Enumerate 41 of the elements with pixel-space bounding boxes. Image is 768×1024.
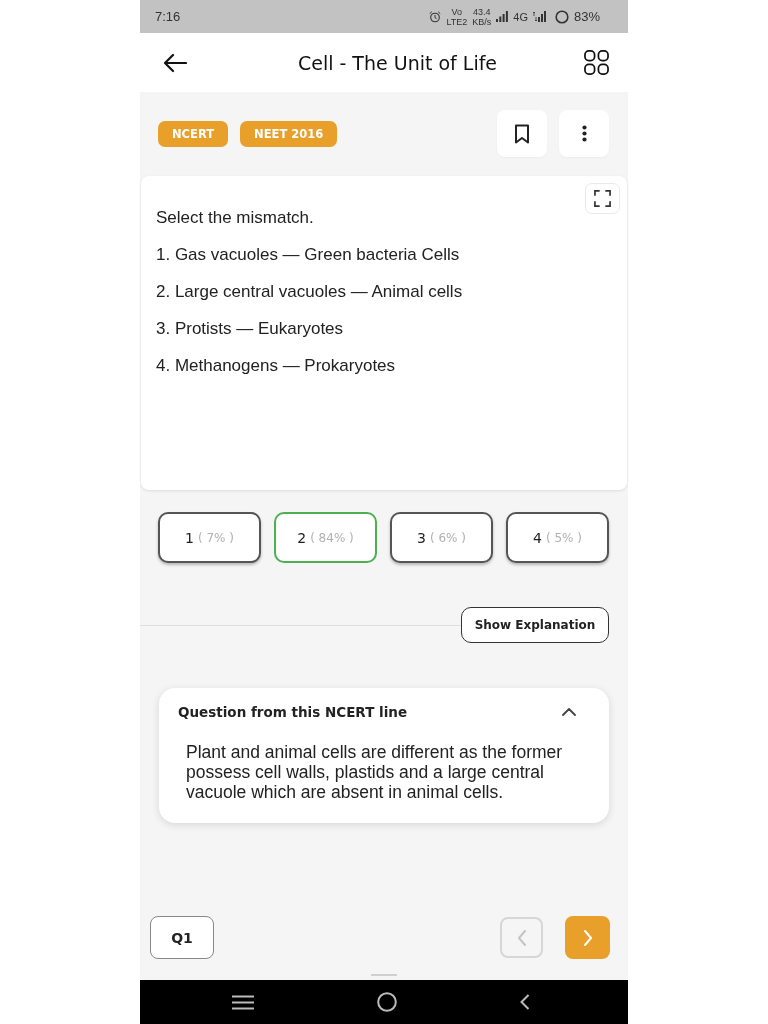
answer-option[interactable]: 2 ( 84% ) bbox=[274, 512, 377, 563]
volte-label: LTE2 bbox=[446, 16, 468, 27]
volte-label: Vo bbox=[451, 6, 463, 17]
battery-ring-icon bbox=[554, 9, 569, 24]
chevron-left-icon bbox=[516, 929, 527, 946]
answer-option[interactable]: 1 ( 7% ) bbox=[158, 512, 261, 563]
battery-level: 83% bbox=[573, 9, 600, 24]
chevron-right-icon bbox=[582, 929, 593, 946]
network-speed: 43.4 bbox=[473, 6, 491, 17]
fullscreen-button[interactable] bbox=[585, 183, 620, 214]
show-explanation-button[interactable]: Show Explanation bbox=[461, 607, 609, 643]
alarm-clock-icon bbox=[429, 10, 442, 23]
tag: NEET 2016 bbox=[240, 120, 338, 147]
question-statement: 4. Methanogens — Prokaryotes bbox=[156, 355, 396, 377]
recent-apps-icon[interactable] bbox=[232, 994, 254, 1010]
ncert-line-text: Plant and animal cells are different as the former possess cell walls, plastids and a large central vacuole which are absent in animal cells. bbox=[186, 742, 564, 802]
page-title: Cell - The Unit of Life bbox=[297, 51, 498, 74]
question-statement: 3. Protists — Eukaryotes bbox=[156, 318, 344, 340]
question-prompt: Select the mismatch. bbox=[156, 207, 314, 229]
network-type: 4G bbox=[513, 10, 528, 23]
status-time: 7:16 bbox=[155, 9, 181, 24]
home-indicator bbox=[371, 974, 397, 976]
question-statement: 2. Large central vacuoles — Animal cells bbox=[156, 281, 463, 303]
tag: NCERT bbox=[158, 120, 229, 147]
back-arrow-icon[interactable] bbox=[163, 52, 187, 73]
bookmark-button[interactable] bbox=[497, 110, 547, 157]
bookmark-icon bbox=[514, 123, 530, 144]
ncert-line-title: Question from this NCERT line bbox=[178, 704, 408, 720]
signal-icon bbox=[532, 11, 547, 22]
home-icon[interactable] bbox=[377, 992, 397, 1012]
signal-icon bbox=[496, 11, 509, 22]
grid-icon[interactable] bbox=[584, 50, 609, 75]
answer-option[interactable]: 4 ( 5% ) bbox=[506, 512, 609, 563]
back-icon[interactable] bbox=[520, 994, 530, 1010]
fullscreen-icon bbox=[594, 190, 611, 207]
question-statement: 1. Gas vacuoles — Green bacteria Cells bbox=[156, 244, 460, 266]
question-number-button[interactable]: Q1 bbox=[150, 916, 214, 959]
speed-unit: KB/s bbox=[472, 16, 492, 27]
chevron-icon[interactable] bbox=[562, 708, 576, 716]
more-vertical-icon bbox=[581, 125, 587, 142]
answer-option[interactable]: 3 ( 6% ) bbox=[390, 512, 493, 563]
